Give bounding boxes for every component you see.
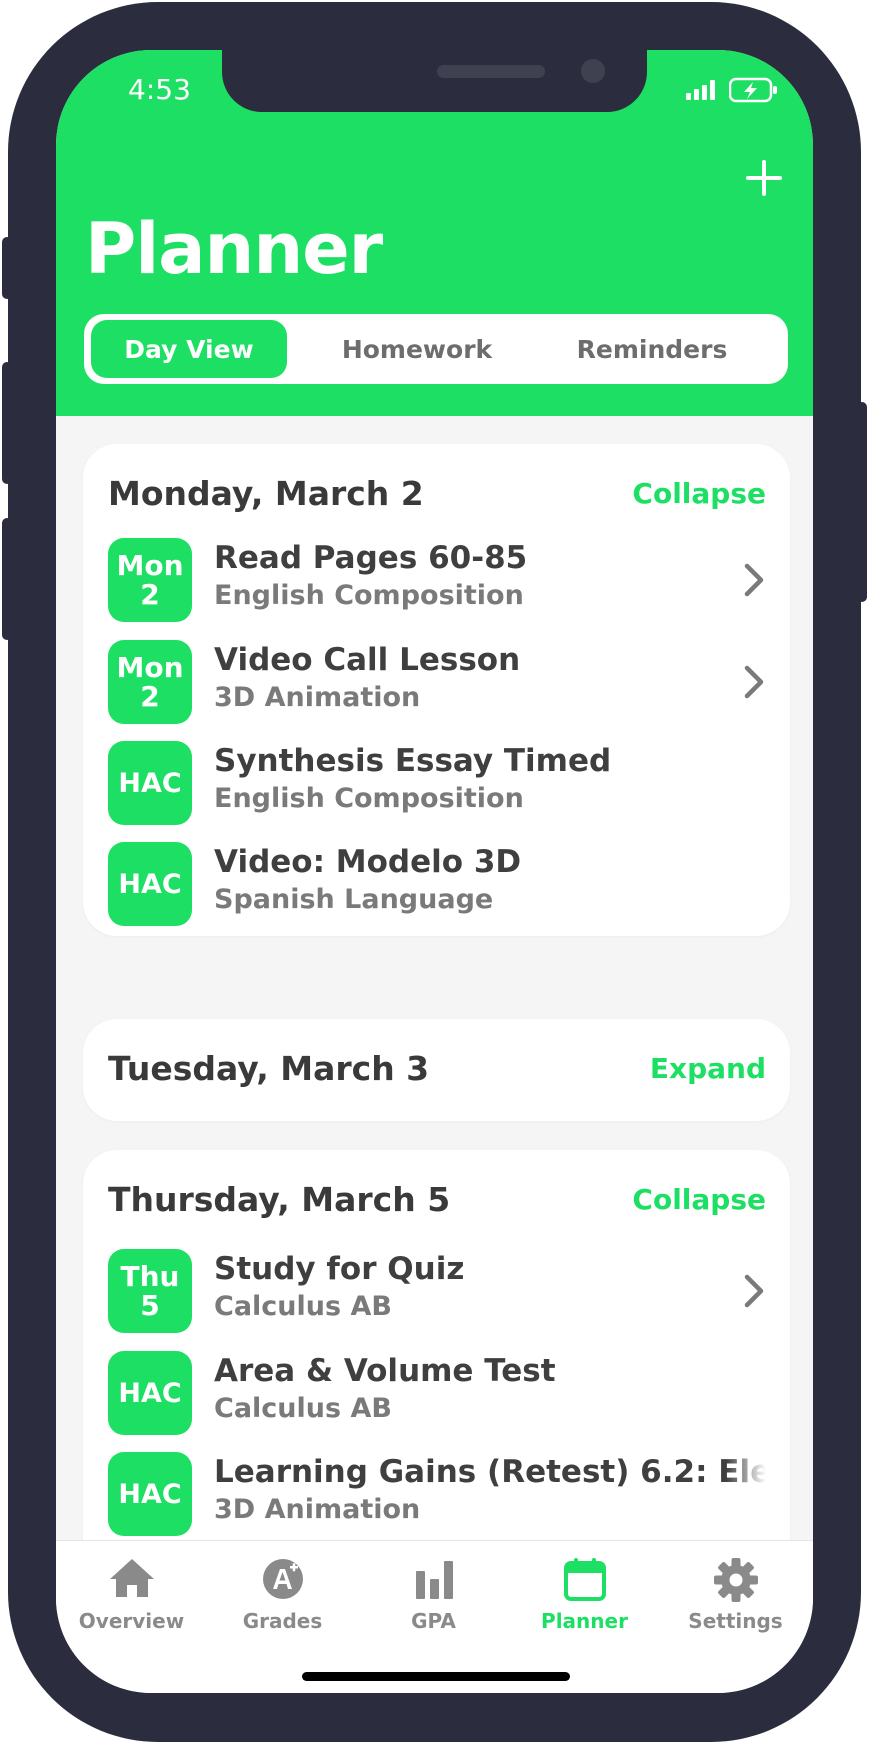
tab-label: Grades	[242, 1609, 323, 1633]
date-badge: Mon 2	[108, 640, 192, 724]
day-title: Tuesday, March 3	[108, 1049, 430, 1088]
hac-badge: HAC	[108, 741, 192, 825]
battery-charging-icon	[729, 77, 777, 103]
calendar-icon	[564, 1558, 606, 1601]
item-title: Synthesis Essay Timed	[214, 743, 612, 779]
speaker	[437, 65, 545, 78]
segment-homework[interactable]: Homework	[302, 320, 532, 378]
item-subtitle: English Composition	[214, 580, 524, 611]
item-subtitle: English Composition	[214, 783, 524, 814]
hac-badge: HAC	[108, 842, 192, 926]
collapse-button[interactable]: Collapse	[632, 1183, 766, 1216]
fade-overlay	[726, 1452, 766, 1502]
list-item[interactable]: Mon 2 Video Call Lesson 3D Animation	[108, 640, 778, 724]
item-subtitle: Spanish Language	[214, 884, 494, 915]
tab-gpa[interactable]: GPA	[358, 1549, 509, 1639]
page-title: Planner	[85, 208, 383, 290]
gear-icon	[714, 1558, 758, 1602]
item-title: Study for Quiz	[214, 1251, 465, 1287]
day-title: Monday, March 2	[108, 474, 424, 513]
plus-icon	[746, 160, 782, 196]
tab-label: GPA	[411, 1609, 456, 1633]
mute-switch	[2, 237, 12, 299]
app-screen: 4:53 Planner Day View Homework Reminders…	[56, 50, 813, 1693]
date-badge: Thu 5	[108, 1249, 192, 1333]
volume-up-button	[2, 362, 12, 484]
volume-down-button	[2, 518, 12, 640]
grade-badge-icon	[263, 1559, 303, 1599]
badge-weekday: Thu	[120, 1260, 180, 1293]
item-title: Area & Volume Test	[214, 1353, 556, 1389]
collapse-button[interactable]: Collapse	[632, 477, 766, 510]
list-item[interactable]: HAC Video: Modelo 3D Spanish Language	[108, 842, 778, 926]
chevron-right-icon	[744, 665, 764, 699]
expand-button[interactable]: Expand	[650, 1052, 766, 1085]
day-card-monday: Monday, March 2 Collapse Mon 2 Read Page…	[83, 444, 790, 936]
home-indicator[interactable]	[302, 1672, 570, 1681]
camera	[581, 59, 605, 83]
hac-badge: HAC	[108, 1452, 192, 1536]
list-item[interactable]: HAC Synthesis Essay Timed English Compos…	[108, 741, 778, 825]
list-item[interactable]: Mon 2 Read Pages 60-85 English Compositi…	[108, 538, 778, 622]
hac-badge: HAC	[108, 1351, 192, 1435]
tab-label: Settings	[688, 1609, 783, 1633]
list-item[interactable]: HAC Learning Gains (Retest) 6.2: Electro…	[108, 1452, 766, 1536]
status-time: 4:53	[128, 73, 191, 106]
chevron-right-icon	[744, 1274, 764, 1308]
tab-label: Planner	[541, 1609, 628, 1633]
day-title: Thursday, March 5	[108, 1180, 451, 1219]
date-badge: Mon 2	[108, 538, 192, 622]
bar-chart-icon	[416, 1561, 453, 1599]
badge-day: 2	[140, 680, 160, 713]
notch	[222, 50, 647, 112]
tab-settings[interactable]: Settings	[660, 1549, 811, 1639]
item-subtitle: 3D Animation	[214, 1494, 421, 1525]
day-card-thursday: Thursday, March 5 Collapse Thu 5 Study f…	[83, 1150, 790, 1600]
item-title: Read Pages 60-85	[214, 540, 528, 576]
badge-day: 5	[140, 1289, 160, 1322]
item-title: Video: Modelo 3D	[214, 844, 522, 880]
tab-planner[interactable]: Planner	[509, 1549, 660, 1639]
badge-day: 2	[140, 578, 160, 611]
segment-reminders[interactable]: Reminders	[532, 320, 772, 378]
power-button	[857, 402, 867, 602]
home-icon	[110, 1559, 154, 1597]
view-segmented-control: Day View Homework Reminders	[84, 314, 788, 384]
badge-weekday: Mon	[116, 549, 184, 582]
tab-overview[interactable]: Overview	[56, 1549, 207, 1639]
segment-day-view[interactable]: Day View	[91, 320, 287, 378]
day-card-tuesday: Tuesday, March 3 Expand	[83, 1019, 790, 1121]
item-subtitle: Calculus AB	[214, 1291, 392, 1322]
tab-label: Overview	[78, 1609, 185, 1633]
list-item[interactable]: HAC Area & Volume Test Calculus AB	[108, 1351, 778, 1435]
tab-bar: Overview Grades GPA Planner Settings	[56, 1540, 813, 1693]
add-button[interactable]	[736, 150, 792, 206]
tab-grades[interactable]: Grades	[207, 1549, 358, 1639]
chevron-right-icon	[744, 563, 764, 597]
item-subtitle: 3D Animation	[214, 682, 421, 713]
list-item[interactable]: Thu 5 Study for Quiz Calculus AB	[108, 1249, 778, 1333]
signal-icon	[686, 80, 715, 100]
item-title: Video Call Lesson	[214, 642, 521, 678]
item-subtitle: Calculus AB	[214, 1393, 392, 1424]
badge-weekday: Mon	[116, 651, 184, 684]
item-title: Learning Gains (Retest) 6.2: Electro	[214, 1454, 766, 1490]
